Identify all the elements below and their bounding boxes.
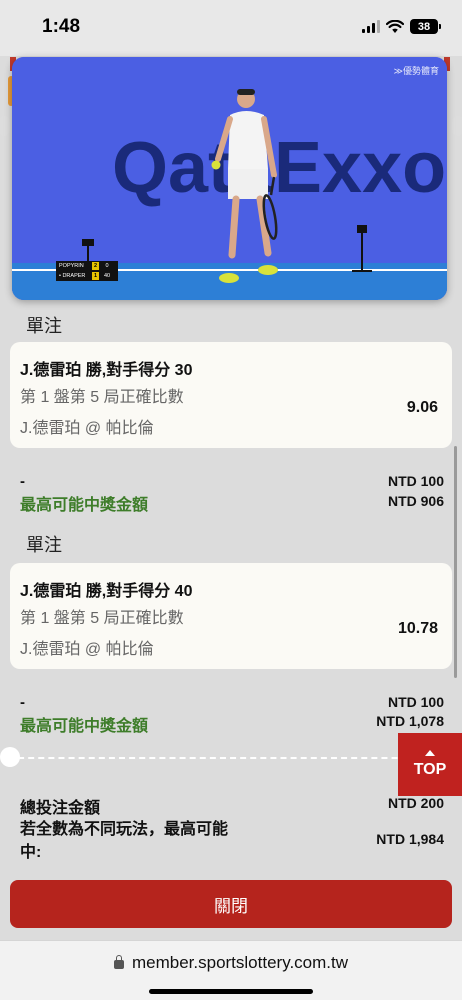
bet-market: 第 1 盤第 5 局正確比數	[20, 389, 184, 406]
bet-slip-card[interactable]: J.德雷珀 勝,對手得分 40 第 1 盤第 5 局正確比數 J.德雷珀 @ 帕…	[10, 563, 452, 669]
browser-url-bar[interactable]: member.sportslottery.com.tw	[0, 940, 462, 1000]
score-player: • DRAPER	[59, 273, 86, 279]
bet-type-label: 單注	[26, 535, 62, 555]
home-indicator[interactable]	[149, 989, 313, 994]
cellular-signal-icon	[362, 20, 380, 33]
back-to-top-button[interactable]: TOP	[398, 733, 462, 796]
combined-max-win-amount: NTD 1,984	[376, 831, 444, 847]
bet-slip-card[interactable]: J.德雷珀 勝,對手得分 30 第 1 盤第 5 局正確比數 J.德雷珀 @ 帕…	[10, 342, 452, 448]
url-display[interactable]: member.sportslottery.com.tw	[0, 953, 462, 973]
score-points: 0	[105, 263, 109, 269]
total-stake-label: 總投注金額	[20, 800, 101, 817]
score-player: POPYRIN	[59, 263, 84, 269]
banner-text-right: Exxon	[274, 128, 447, 208]
bet-selection: J.德雷珀 勝,對手得分 30	[20, 362, 193, 379]
dashed-divider	[8, 757, 448, 759]
background-scroll-knob	[0, 116, 10, 136]
close-button[interactable]: 關閉	[10, 880, 452, 928]
max-win-label: 最高可能中獎金額	[20, 497, 149, 514]
bet-odds: 10.78	[397, 620, 438, 637]
stake-amount: NTD 100	[387, 694, 444, 710]
bet-selection: J.德雷珀 勝,對手得分 40	[20, 583, 193, 600]
bet-odds: 9.06	[406, 399, 438, 416]
max-win-amount: NTD 906	[387, 493, 444, 509]
total-stake-amount: NTD 200	[387, 795, 444, 811]
stake-dash: -	[20, 694, 25, 711]
arrow-up-icon	[425, 750, 435, 756]
max-win-amount: NTD 1,078	[376, 713, 444, 729]
stake-dash: -	[20, 473, 25, 490]
bet-market: 第 1 盤第 5 局正確比數	[20, 610, 184, 627]
url-text: member.sportslottery.com.tw	[131, 953, 349, 972]
score-row: POPYRIN 2 0	[56, 261, 118, 271]
score-row: • DRAPER 1 40	[56, 271, 118, 281]
scoreboard: POPYRIN 2 0 • DRAPER 1 40	[56, 261, 118, 281]
score-sets: 2	[92, 262, 99, 270]
stake-amount: NTD 100	[387, 473, 444, 489]
wifi-icon	[386, 19, 404, 33]
score-points: 40	[103, 273, 111, 279]
lock-icon	[113, 955, 124, 969]
scrollbar[interactable]	[454, 446, 457, 678]
bet-event: J.德雷珀 @ 帕比倫	[20, 420, 154, 437]
live-video-player[interactable]: Qata Exxon ≫優勢體育 POPYRIN	[12, 57, 447, 300]
divider-notch	[0, 747, 20, 767]
status-icons: 38	[362, 19, 441, 34]
background-scroll-knob	[452, 116, 462, 136]
status-bar: 1:48 38	[0, 0, 462, 56]
score-sets: 1	[92, 272, 99, 280]
combined-max-win-label: 若全數為不同玩法，最高可能中:	[20, 821, 229, 861]
broadcast-watermark: ≫優勢體育	[393, 66, 439, 76]
back-to-top-label: TOP	[413, 761, 447, 778]
battery-icon: 38	[410, 19, 441, 34]
bet-type-label: 單注	[26, 316, 62, 336]
status-time: 1:48	[42, 16, 81, 37]
max-win-label: 最高可能中獎金額	[20, 718, 149, 735]
bet-event: J.德雷珀 @ 帕比倫	[20, 641, 154, 658]
